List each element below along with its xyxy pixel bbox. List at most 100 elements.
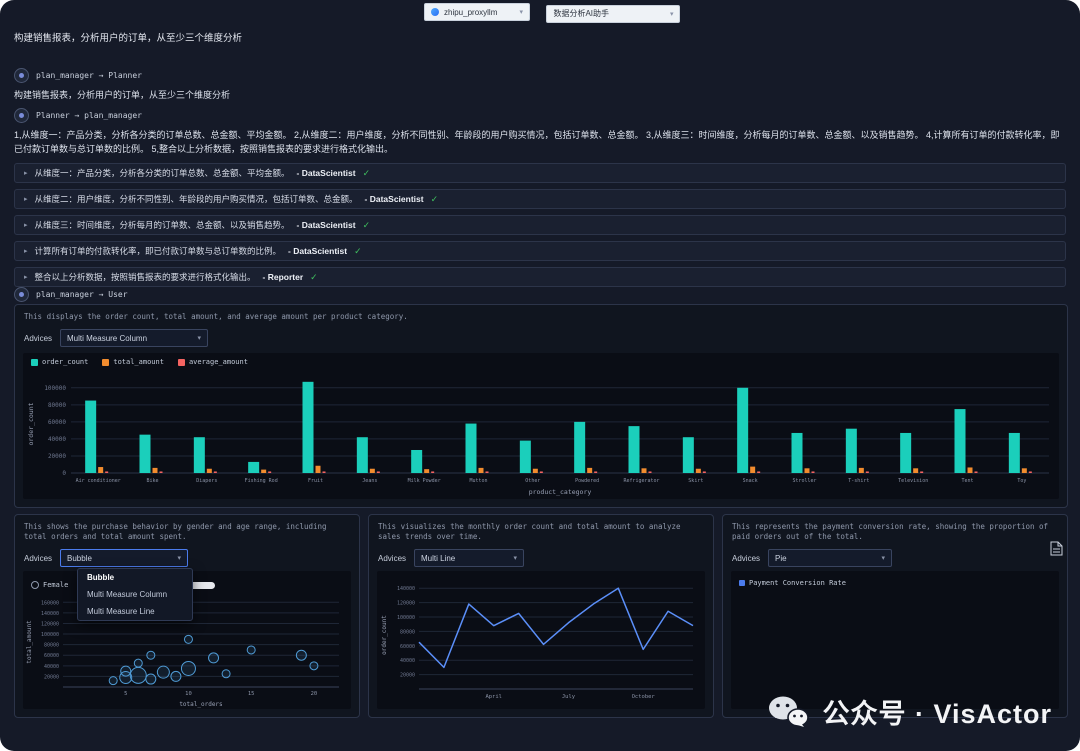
- legend-item[interactable]: average_amount: [178, 358, 248, 366]
- agent-avatar: [14, 108, 29, 123]
- assistant-select-value: 数据分析AI助手: [553, 8, 609, 19]
- task-row[interactable]: ▸从维度三：时间维度，分析每月的订单数、总金额、以及销售趋势。- DataSci…: [14, 215, 1066, 235]
- svg-text:20000: 20000: [400, 673, 415, 679]
- check-icon: ✓: [354, 246, 362, 257]
- svg-text:Air conditioner: Air conditioner: [76, 478, 121, 484]
- advices-label: Advices: [24, 334, 52, 343]
- svg-text:Refrigerator: Refrigerator: [623, 478, 659, 484]
- message-plan-manager-to-planner: plan_manager → Planner 构建销售报表，分析用户的订单，从至…: [14, 68, 1066, 102]
- legend-item[interactable]: Payment Conversion Rate: [739, 579, 846, 587]
- svg-text:Skirt: Skirt: [688, 478, 703, 484]
- line-chart-plot: 20000400006000080000100000120000140000Ap…: [377, 571, 705, 709]
- legend-swatch: [178, 359, 185, 366]
- legend-label: Female: [43, 581, 68, 589]
- dropdown-option[interactable]: Multi Measure Column: [78, 586, 192, 603]
- svg-text:Milk Powder: Milk Powder: [408, 478, 441, 484]
- chevron-down-icon: ▾: [198, 334, 202, 342]
- chevron-down-icon: ▾: [670, 10, 674, 18]
- watermark-text: 公众号 · VisActor: [822, 692, 1052, 731]
- task-agent: - DataScientist: [297, 220, 356, 230]
- task-agent: - DataScientist: [297, 168, 356, 178]
- svg-text:80000: 80000: [48, 402, 66, 409]
- check-icon: ✓: [431, 194, 439, 205]
- svg-text:Toy: Toy: [1017, 478, 1026, 484]
- chevron-right-icon: ▸: [24, 247, 28, 255]
- advices-label: Advices: [24, 554, 52, 563]
- agent-avatar: [14, 287, 29, 302]
- chevron-down-icon: ▾: [514, 554, 518, 562]
- svg-text:100000: 100000: [44, 385, 66, 392]
- model-select[interactable]: zhipu_proxyllm ▾: [424, 3, 530, 21]
- gender-analysis-panel: This shows the purchase behavior by gend…: [14, 514, 360, 718]
- task-label: 从维度三：时间维度，分析每月的订单数、总金额、以及销售趋势。: [35, 219, 290, 231]
- svg-text:80000: 80000: [44, 643, 59, 649]
- task-agent: - Reporter: [263, 272, 304, 282]
- advices-select[interactable]: Pie ▾: [768, 549, 892, 567]
- svg-text:product_category: product_category: [529, 488, 592, 496]
- svg-text:Stroller: Stroller: [792, 478, 816, 484]
- bar-chart-plot: 0 20000 40000 60000 80000 100000 order_count Ai…: [23, 371, 1059, 497]
- panel-description: This displays the order count, total amo…: [24, 312, 1058, 322]
- task-row[interactable]: ▸整合以上分析数据，按照销售报表的要求进行格式化输出。- Reporter✓: [14, 267, 1066, 287]
- svg-text:Bike: Bike: [146, 478, 158, 484]
- svg-text:Mutton: Mutton: [469, 478, 487, 484]
- advices-select-value: Pie: [775, 554, 787, 563]
- dropdown-option[interactable]: Bubble: [78, 569, 192, 586]
- pie-chart: Payment Conversion Rate: [731, 571, 1059, 709]
- advices-select[interactable]: Multi Measure Column ▾: [60, 329, 208, 347]
- task-row[interactable]: ▸从维度一：产品分类，分析各分类的订单总数、总金额、平均金额。- DataSci…: [14, 163, 1066, 183]
- watermark: 公众号 · VisActor: [768, 692, 1052, 731]
- check-icon: ✓: [363, 168, 371, 179]
- advices-select[interactable]: Multi Line ▾: [414, 549, 524, 567]
- task-row[interactable]: ▸从维度二：用户维度，分析不同性别、年龄段的用户购买情况，包括订单数、总金额。-…: [14, 189, 1066, 209]
- advices-select-value: Multi Line: [421, 554, 455, 563]
- svg-text:Snack: Snack: [743, 478, 758, 484]
- message-plan-manager-to-user: plan_manager → User: [14, 287, 1066, 302]
- message-body: 1,从维度一：产品分类，分析各分类的订单总数、总金额、平均金额。 2,从维度二：…: [14, 128, 1066, 156]
- wechat-icon: [768, 695, 810, 729]
- panel-description: This represents the payment conversion r…: [732, 522, 1058, 542]
- svg-text:60000: 60000: [48, 419, 66, 426]
- task-row[interactable]: ▸计算所有订单的付款转化率，即已付款订单数与总订单数的比例。- DataScie…: [14, 241, 1066, 261]
- legend-label: average_amount: [189, 358, 248, 366]
- assistant-select[interactable]: 数据分析AI助手 ▾: [546, 5, 680, 23]
- panel-description: This shows the purchase behavior by gend…: [24, 522, 350, 542]
- svg-text:140000: 140000: [41, 611, 59, 617]
- svg-text:120000: 120000: [41, 621, 59, 627]
- bar-chart: order_count total_amount average_amount 0 2…: [23, 353, 1059, 499]
- svg-text:100000: 100000: [41, 632, 59, 638]
- legend-item[interactable]: Female: [31, 581, 68, 589]
- svg-text:20000: 20000: [48, 453, 66, 460]
- chevron-right-icon: ▸: [24, 169, 28, 177]
- advices-select-value: Multi Measure Column: [67, 334, 147, 343]
- legend-marker: [31, 581, 39, 589]
- chevron-down-icon: ▾: [882, 554, 886, 562]
- task-label: 从维度二：用户维度，分析不同性别、年龄段的用户购买情况，包括订单数、总金额。: [35, 193, 358, 205]
- legend-item[interactable]: order_count: [31, 358, 88, 366]
- task-agent: - DataScientist: [288, 246, 347, 256]
- svg-text:April: April: [485, 694, 502, 700]
- legend-label: total_amount: [113, 358, 164, 366]
- svg-text:40000: 40000: [48, 436, 66, 443]
- legend-item[interactable]: total_amount: [102, 358, 164, 366]
- message-title: plan_manager → User: [36, 290, 128, 299]
- chevron-down-icon: ▾: [178, 554, 182, 562]
- report-doc-icon[interactable]: [1050, 541, 1063, 561]
- advices-select[interactable]: Bubble ▾: [60, 549, 188, 567]
- category-analysis-panel: This displays the order count, total amo…: [14, 304, 1068, 508]
- dropdown-option[interactable]: Multi Measure Line: [78, 603, 192, 620]
- svg-text:80000: 80000: [400, 629, 415, 635]
- check-icon: ✓: [363, 220, 371, 231]
- advices-dropdown-menu: BubbleMulti Measure ColumnMulti Measure …: [77, 568, 193, 621]
- panel-description: This visualizes the monthly order count …: [378, 522, 704, 542]
- chevron-right-icon: ▸: [24, 273, 28, 281]
- chevron-right-icon: ▸: [24, 195, 28, 203]
- message-title: Planner → plan_manager: [36, 111, 142, 120]
- model-icon: [431, 8, 439, 16]
- svg-text:order_count: order_count: [27, 402, 35, 445]
- trend-analysis-panel: This visualizes the monthly order count …: [368, 514, 714, 718]
- svg-text:10: 10: [185, 691, 192, 697]
- svg-text:0: 0: [62, 470, 66, 477]
- svg-text:Television: Television: [898, 478, 928, 484]
- svg-text:July: July: [562, 694, 576, 700]
